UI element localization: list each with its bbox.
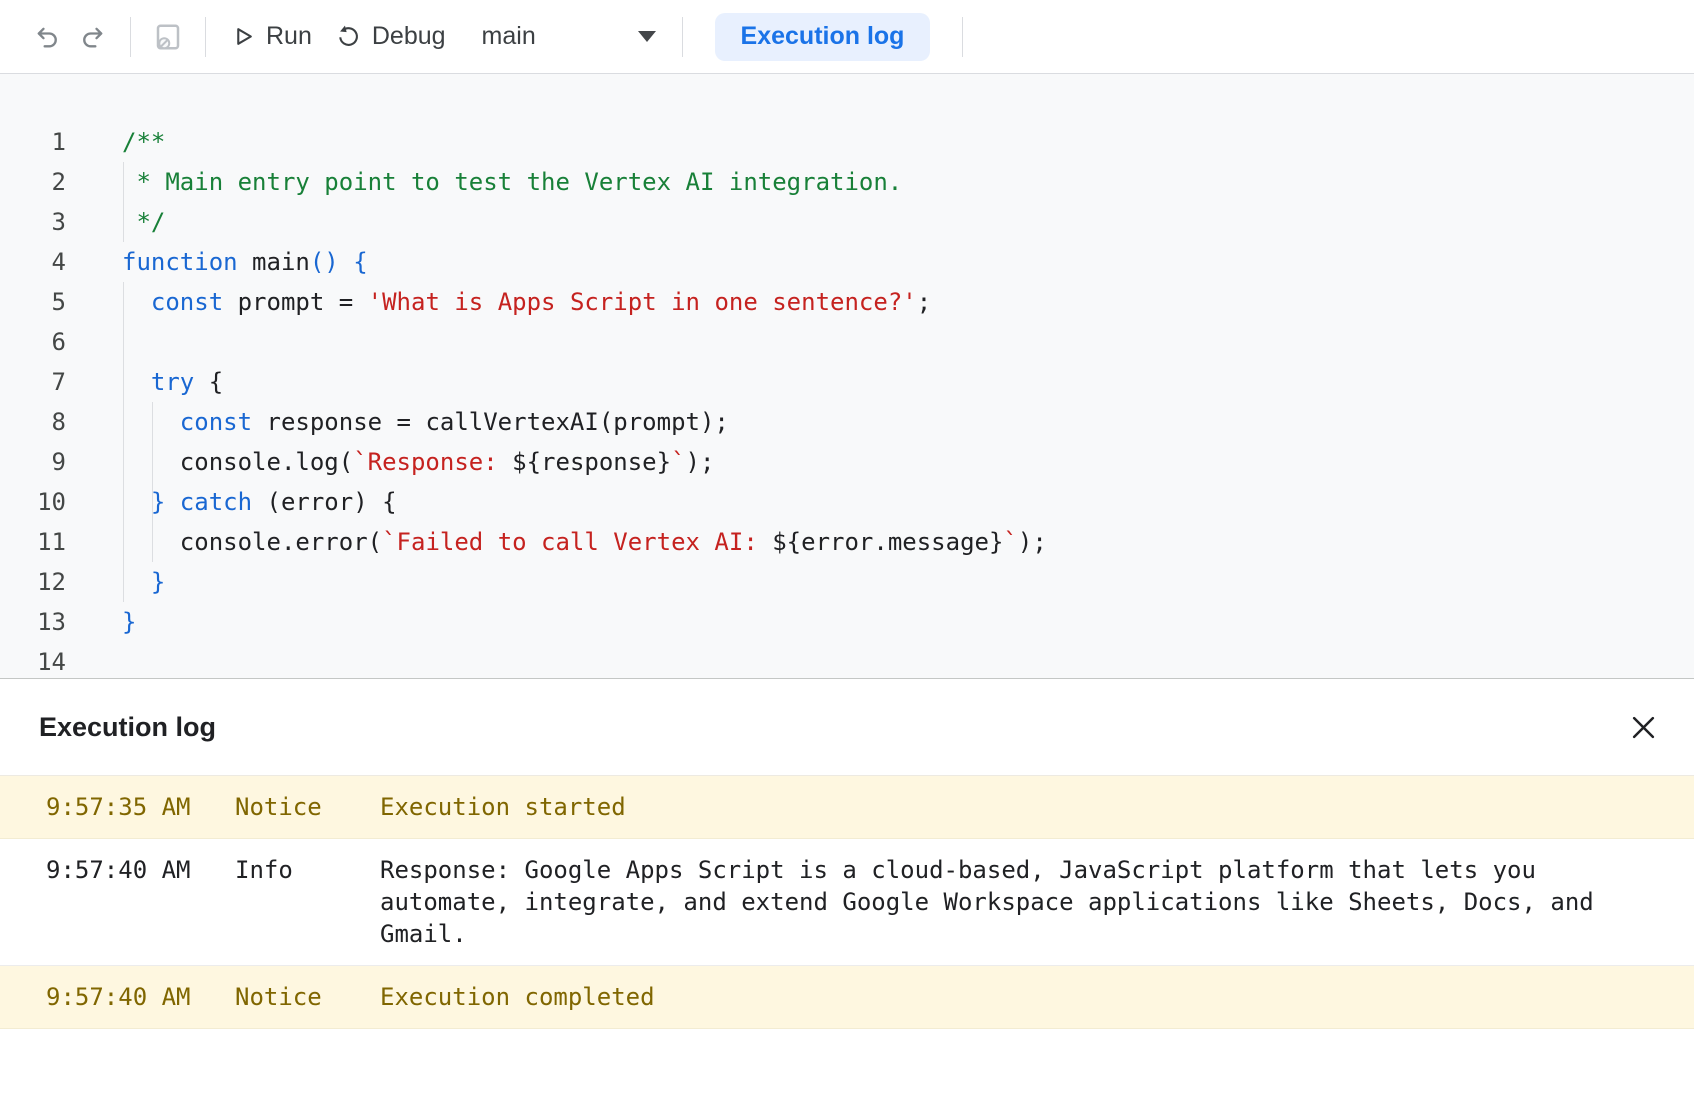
toolbar-divider — [682, 17, 683, 57]
line-number: 9 — [0, 442, 66, 482]
code-text: } catch (error) { — [66, 482, 397, 522]
log-level: Notice — [235, 791, 380, 823]
code-line[interactable]: 3 */ — [0, 202, 1694, 242]
undo-icon — [33, 23, 61, 51]
function-selector[interactable]: main — [476, 13, 668, 61]
save-button[interactable] — [145, 14, 191, 60]
code-line[interactable]: 4function main() { — [0, 242, 1694, 282]
code-text — [66, 322, 122, 362]
toolbar: Run Debug main Execution log — [0, 0, 1694, 74]
save-icon — [153, 22, 183, 52]
close-button[interactable] — [1620, 704, 1666, 750]
code-text: const response = callVertexAI(prompt); — [66, 402, 729, 442]
line-number: 1 — [0, 122, 66, 162]
code-line[interactable]: 13} — [0, 602, 1694, 642]
log-level: Notice — [235, 981, 380, 1013]
line-number: 3 — [0, 202, 66, 242]
code-lines: 1/**2 * Main entry point to test the Ver… — [0, 74, 1694, 678]
debug-button-label: Debug — [372, 22, 446, 51]
toolbar-divider — [130, 17, 131, 57]
code-line[interactable]: 9 console.log(`Response: ${response}`); — [0, 442, 1694, 482]
toolbar-divider — [962, 17, 963, 57]
code-text: try { — [66, 362, 223, 402]
line-number: 6 — [0, 322, 66, 362]
code-line[interactable]: 6 — [0, 322, 1694, 362]
code-editor: 1/**2 * Main entry point to test the Ver… — [0, 74, 1694, 678]
execution-log-panel: Execution log 9:57:35 AMNoticeExecution … — [0, 678, 1694, 1029]
log-level: Info — [235, 854, 380, 886]
line-number: 12 — [0, 562, 66, 602]
log-message: Execution completed — [380, 981, 1694, 1013]
execution-log-button[interactable]: Execution log — [715, 13, 931, 61]
line-number: 4 — [0, 242, 66, 282]
code-line[interactable]: 12 } — [0, 562, 1694, 602]
log-entry: 9:57:35 AMNoticeExecution started — [0, 776, 1694, 839]
log-message: Execution started — [380, 791, 1694, 823]
code-text: */ — [66, 202, 165, 242]
execution-log-header: Execution log — [0, 679, 1694, 776]
close-icon — [1630, 714, 1657, 741]
redo-icon — [79, 23, 107, 51]
code-text: const prompt = 'What is Apps Script in o… — [66, 282, 931, 322]
toolbar-divider — [205, 17, 206, 57]
code-line[interactable]: 7 try { — [0, 362, 1694, 402]
function-selector-value: main — [482, 22, 536, 51]
code-text: /** — [66, 122, 165, 162]
code-text: } — [66, 562, 165, 602]
line-number: 5 — [0, 282, 66, 322]
code-line[interactable]: 10 } catch (error) { — [0, 482, 1694, 522]
debug-button[interactable]: Debug — [324, 13, 458, 61]
code-line[interactable]: 5 const prompt = 'What is Apps Script in… — [0, 282, 1694, 322]
undo-button[interactable] — [24, 14, 70, 60]
chevron-down-icon — [638, 31, 656, 42]
code-line[interactable]: 11 console.error(`Failed to call Vertex … — [0, 522, 1694, 562]
line-number: 14 — [0, 642, 66, 678]
line-number: 11 — [0, 522, 66, 562]
line-number: 13 — [0, 602, 66, 642]
log-message: Response: Google Apps Script is a cloud-… — [380, 854, 1694, 950]
run-button[interactable]: Run — [220, 13, 324, 61]
code-line[interactable]: 8 const response = callVertexAI(prompt); — [0, 402, 1694, 442]
play-icon — [232, 25, 255, 48]
log-entries: 9:57:35 AMNoticeExecution started9:57:40… — [0, 776, 1694, 1029]
line-number: 7 — [0, 362, 66, 402]
log-timestamp: 9:57:40 AM — [46, 981, 235, 1013]
log-timestamp: 9:57:35 AM — [46, 791, 235, 823]
code-line[interactable]: 2 * Main entry point to test the Vertex … — [0, 162, 1694, 202]
line-number: 10 — [0, 482, 66, 522]
execution-log-title: Execution log — [39, 712, 216, 743]
code-line[interactable]: 1/** — [0, 122, 1694, 162]
code-text: * Main entry point to test the Vertex AI… — [66, 162, 902, 202]
debug-icon — [336, 24, 361, 49]
code-text: function main() { — [66, 242, 368, 282]
run-button-label: Run — [266, 22, 312, 51]
log-entry: 9:57:40 AMNoticeExecution completed — [0, 966, 1694, 1029]
line-number: 8 — [0, 402, 66, 442]
code-text: console.log(`Response: ${response}`); — [66, 442, 714, 482]
code-text: console.error(`Failed to call Vertex AI:… — [66, 522, 1047, 562]
code-text: } — [66, 602, 136, 642]
code-line[interactable]: 14 — [0, 642, 1694, 678]
log-timestamp: 9:57:40 AM — [46, 854, 235, 886]
code-text — [66, 642, 122, 678]
log-entry: 9:57:40 AMInfoResponse: Google Apps Scri… — [0, 839, 1694, 966]
redo-button[interactable] — [70, 14, 116, 60]
line-number: 2 — [0, 162, 66, 202]
